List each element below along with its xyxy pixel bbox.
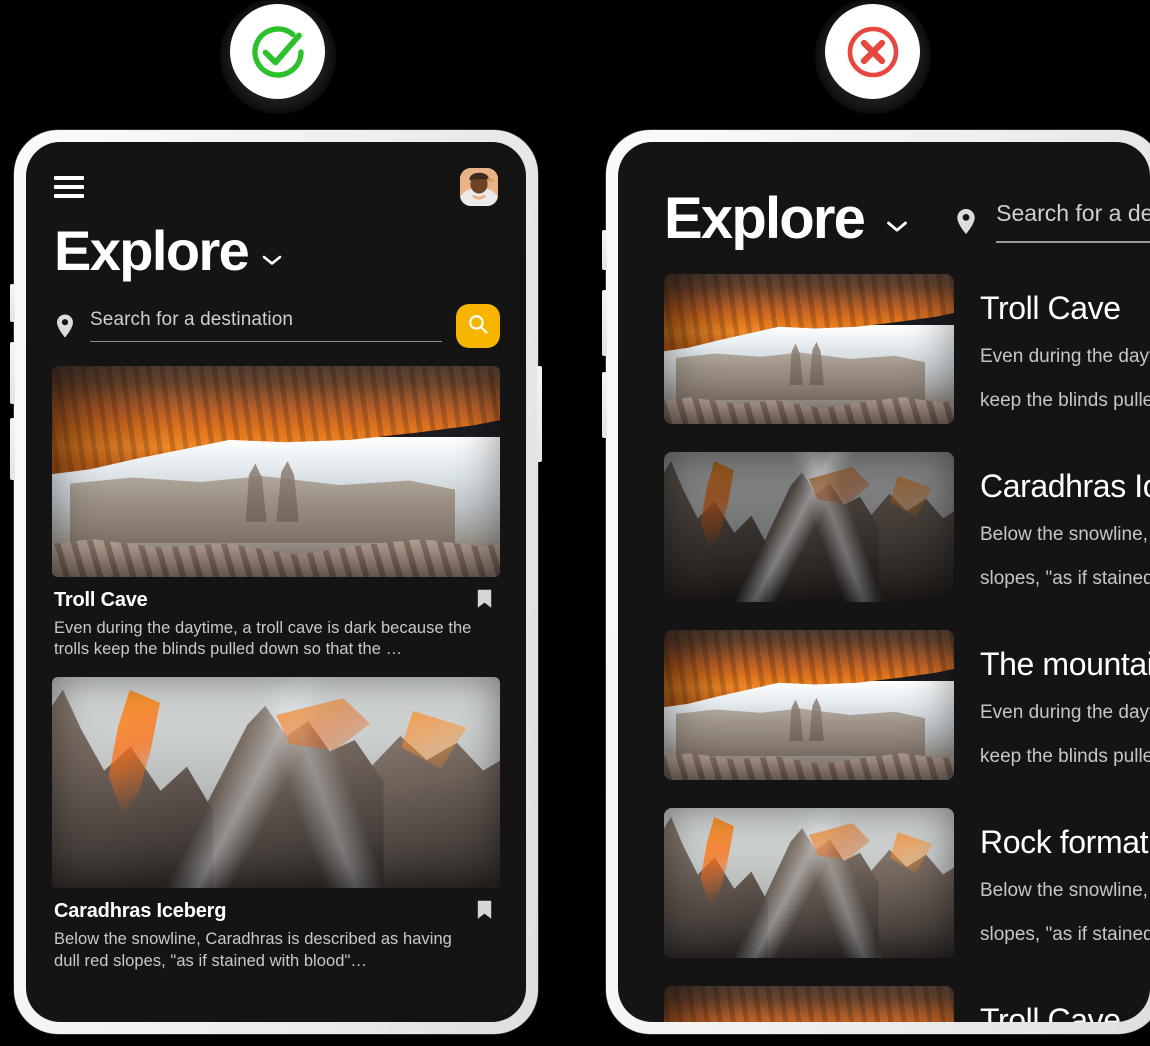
destination-description-line2: slopes, "as if stained with blood"… [980, 923, 1150, 945]
destination-description-line2: slopes, "as if stained with blood"… [980, 567, 1150, 589]
destination-title: Rock formations of Utah [980, 824, 1150, 860]
chevron-down-icon[interactable] [886, 220, 908, 233]
destination-description: Even during the daytime, a troll cave is… [54, 618, 472, 659]
search-icon [467, 313, 489, 338]
phone-button-power[interactable] [537, 366, 542, 462]
destination-meta: Troll Cave [980, 986, 1121, 1022]
destination-title: Troll Cave [980, 290, 1121, 326]
badge-disc [230, 4, 325, 99]
destination-list: Troll Cave Even during the daytime, a tr… [26, 348, 526, 973]
search-input[interactable]: Search for a destination [90, 309, 442, 343]
success-badge [198, 0, 358, 128]
destination-row[interactable]: Caradhras Iceberg Below the snowline, Ca… [664, 452, 1150, 602]
destination-meta: Caradhras Iceberg Below the snowline, Ca… [52, 888, 500, 973]
destination-thumbnail [664, 452, 954, 602]
page-title: Explore [664, 186, 866, 251]
destination-title: The mountains of Moria [980, 646, 1150, 682]
page-title-row[interactable]: Explore [26, 206, 526, 282]
destination-meta: The mountains of Moria Even during the d… [980, 630, 1150, 770]
destination-title: Troll Cave [54, 588, 148, 611]
destination-thumbnail [664, 630, 954, 780]
destination-list: Troll Cave Even during the daytime, a tr… [618, 248, 1150, 1022]
phone-button-volume-up[interactable] [10, 342, 15, 404]
search-bar: Search for a destination [954, 200, 1150, 243]
phone-button-volume-up[interactable] [602, 290, 607, 356]
destination-description: Below the snowline, Caradhras is describ… [54, 930, 452, 970]
phone-mockup-incorrect: Explore Search for a destination [602, 130, 1150, 1034]
destination-row[interactable]: The mountains of Moria Even during the d… [664, 630, 1150, 780]
destination-description-line1: Even during the daytime, a troll cave is… [980, 346, 1150, 367]
destination-meta: Rock formations of Utah Below the snowli… [980, 808, 1150, 948]
phone-mockup-correct: Explore Search for a destination Troll C… [10, 130, 542, 1034]
destination-thumbnail [52, 365, 500, 577]
search-bar: Search for a destination [26, 282, 526, 348]
phone-button-mute[interactable] [10, 284, 15, 322]
app-topbar [26, 142, 526, 206]
page-title: Explore [54, 219, 250, 282]
destination-card[interactable]: Caradhras Iceberg Below the snowline, Ca… [52, 677, 500, 973]
destination-card[interactable]: Troll Cave Even during the daytime, a tr… [52, 365, 500, 662]
destination-title: Caradhras Iceberg [54, 900, 227, 923]
phone-button-volume-down[interactable] [602, 372, 607, 438]
phone-screen-correct: Explore Search for a destination Troll C… [26, 142, 526, 1022]
destination-description-line1: Below the snowline, Caradhras is describ… [980, 880, 1150, 901]
chevron-down-icon[interactable] [262, 253, 282, 265]
location-pin-icon [954, 207, 978, 236]
badge-disc [825, 4, 920, 99]
hamburger-menu-icon[interactable] [54, 176, 84, 198]
x-circle-icon [842, 21, 904, 83]
bookmark-icon[interactable] [477, 900, 492, 920]
destination-thumbnail [664, 986, 954, 1022]
destination-description-line2: keep the blinds pulled down so that the … [980, 389, 1150, 411]
error-badge [793, 0, 953, 128]
destination-meta: Troll Cave Even during the daytime, a tr… [52, 577, 500, 662]
destination-description-line1: Below the snowline, Caradhras is describ… [980, 524, 1150, 545]
destination-row[interactable]: Troll Cave Even during the daytime, a tr… [664, 274, 1150, 424]
destination-description-line2: keep the blinds pulled down so that the … [980, 745, 1150, 767]
search-placeholder: Search for a destination [90, 309, 294, 331]
destination-title: Caradhras Iceberg [980, 468, 1150, 504]
destination-meta: Troll Cave Even during the daytime, a tr… [980, 274, 1150, 414]
destination-thumbnail [664, 808, 954, 958]
destination-title: Troll Cave [980, 1002, 1121, 1022]
search-placeholder: Search for a destination [996, 199, 1150, 226]
phone-button-mute[interactable] [602, 230, 607, 270]
location-pin-icon [54, 313, 76, 339]
check-circle-icon [247, 21, 309, 83]
destination-row[interactable]: Troll Cave [664, 986, 1150, 1022]
comparison-stage: Explore Search for a destination Troll C… [0, 0, 1150, 1046]
destination-thumbnail [52, 677, 500, 889]
app-topbar: Explore Search for a destination [618, 142, 1150, 248]
search-button[interactable] [456, 303, 500, 348]
destination-meta: Caradhras Iceberg Below the snowline, Ca… [980, 452, 1150, 592]
destination-row[interactable]: Rock formations of Utah Below the snowli… [664, 808, 1150, 958]
user-avatar[interactable] [460, 168, 498, 206]
phone-button-volume-down[interactable] [10, 418, 15, 480]
phone-screen-incorrect: Explore Search for a destination [618, 142, 1150, 1022]
search-input[interactable]: Search for a destination [996, 200, 1150, 243]
bookmark-icon[interactable] [477, 589, 492, 609]
destination-thumbnail [664, 274, 954, 424]
destination-description-line1: Even during the daytime, a troll cave is… [980, 702, 1150, 723]
